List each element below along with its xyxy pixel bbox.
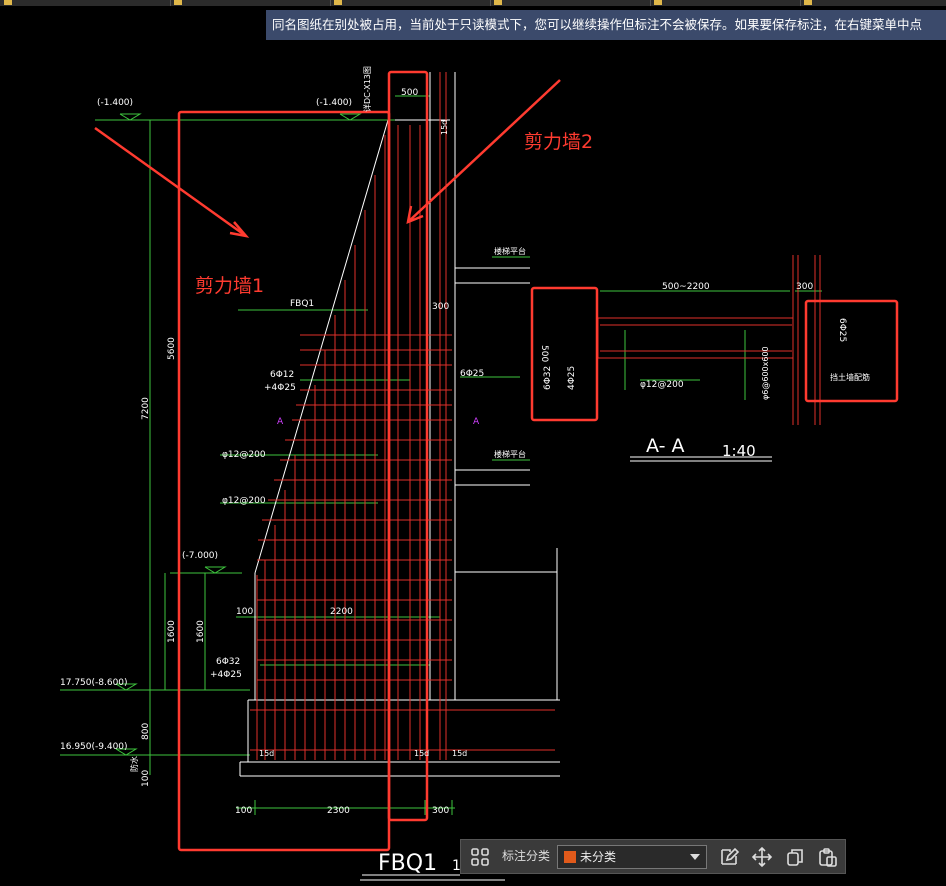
section-rebar: 4Φ25 (567, 366, 577, 390)
elevation-label: 17.750(-8.600) (60, 678, 128, 688)
paste-icon[interactable] (817, 846, 839, 868)
section-rebar: 6Φ25 (837, 318, 847, 342)
drawing-title: FBQ1 (378, 851, 437, 876)
dimension-label: 5600 (167, 337, 177, 360)
annotation-markup[interactable] (94, 70, 899, 852)
section-title: A- A (646, 435, 684, 457)
dimension-label: 800 (141, 723, 151, 740)
section-rebar: φ6@600x600 (761, 346, 770, 400)
category-selected-value: 未分类 (580, 850, 617, 864)
dimension-label: 100 (236, 607, 253, 617)
annotation-category-select[interactable]: 未分类 (557, 845, 707, 869)
elevation-label: (-1.400) (97, 98, 133, 108)
elevation-label: 16.950(-9.400) (60, 742, 128, 752)
rebar-label: +4Φ25 (210, 670, 242, 680)
move-icon[interactable] (751, 846, 773, 868)
elevation-label: (-1.400) (316, 98, 352, 108)
dimension-label: 1600 (196, 620, 206, 643)
rebar-label: 6Φ32 (216, 657, 240, 667)
section-marker: A (277, 417, 284, 427)
dimension-label: 2300 (327, 806, 350, 816)
rebar-label: 6Φ12 (270, 370, 294, 380)
annotation-toolbar: 标注分类 未分类 (460, 839, 846, 874)
drawing-linework (60, 70, 899, 881)
platform-label: 楼梯平台 (494, 246, 526, 256)
rebar-label: FBQ1 (290, 299, 314, 309)
dimension-label: 300 (432, 806, 449, 816)
grid-menu-icon[interactable] (469, 846, 491, 868)
dimension-label: 15d (414, 749, 429, 758)
dimension-label: 2200 (330, 607, 353, 617)
annotation-category-label: 标注分类 (502, 849, 551, 863)
rebar-label: φ12@200 (222, 450, 266, 460)
rebar-label: φ12@200 (222, 496, 266, 506)
elevation-label: (-7.000) (182, 551, 218, 561)
dimension-label: 100 (235, 806, 252, 816)
chevron-down-icon (690, 854, 700, 860)
dimension-label: 1600 (167, 620, 177, 643)
note-label: 防水 (129, 756, 139, 772)
edit-icon[interactable] (718, 846, 740, 868)
rebar-label: +4Φ25 (264, 383, 296, 393)
dimension-label: 15d (259, 749, 274, 758)
section-dim: 500~2200 (662, 282, 710, 292)
annotation-wall1: 剪力墙1 (195, 275, 264, 297)
dimension-label: 15d (440, 120, 449, 135)
annotation-wall2: 剪力墙2 (524, 131, 593, 153)
dimension-label: 500 (401, 88, 418, 98)
dimension-label: 15d (452, 749, 467, 758)
section-rebar: φ12@200 (640, 380, 684, 390)
category-color-swatch (564, 851, 576, 863)
section-marker: A (473, 417, 480, 427)
platform-label: 楼梯平台 (494, 449, 526, 459)
dimension-label: 300 (432, 302, 449, 312)
copy-icon[interactable] (784, 846, 806, 868)
section-rebar: 6Φ32 (543, 366, 553, 390)
cad-drawing-canvas[interactable]: 剪力墙1 剪力墙2 (-1.400) (-1.400) (-7.000) 17.… (0, 0, 946, 886)
dimension-label: 100 (141, 770, 151, 787)
dimension-label: 7200 (141, 397, 151, 420)
section-dim: 300 (796, 282, 813, 292)
section-scale: 1:40 (722, 442, 756, 460)
note-label: 详DC-X13图 (362, 66, 372, 112)
section-rebar: 挡土墙配筋 (830, 372, 870, 382)
section-dim: 500 (539, 345, 549, 362)
rebar-label: 6Φ25 (460, 369, 484, 379)
